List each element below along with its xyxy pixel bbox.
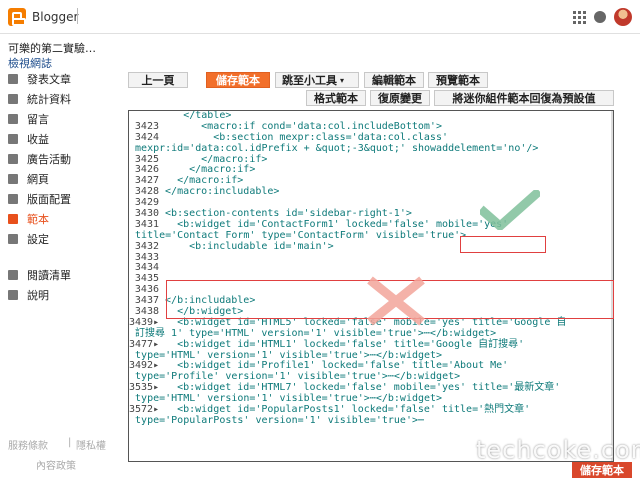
- sidebar-item-pages[interactable]: 網頁: [8, 169, 120, 189]
- sidebar-item-label: 留言: [27, 113, 49, 126]
- code-text: type='HTML' version='1' visible='true'>⋯…: [135, 349, 443, 361]
- top-bar: Blogger: [0, 0, 640, 34]
- code-text: </macro:if>: [165, 175, 244, 187]
- campaigns-icon: [8, 154, 18, 164]
- cross-icon: [367, 276, 425, 326]
- sidebar-item-settings[interactable]: 設定: [8, 229, 120, 249]
- code-line: 3434: [129, 263, 613, 274]
- sidebar-item-layout[interactable]: 版面配置: [8, 189, 120, 209]
- footer-privacy-link[interactable]: 隱私權: [76, 437, 106, 452]
- settings-icon: [8, 234, 18, 244]
- comments-icon: [8, 114, 18, 124]
- sidebar-item-campaigns[interactable]: 廣告活動: [8, 149, 120, 169]
- top-icons: [572, 8, 632, 26]
- notifications-icon[interactable]: [594, 11, 606, 23]
- code-text: 訂搜尋 1' type='HTML' version='1' visible='…: [135, 327, 497, 339]
- jump-to-widget-label: 跳至小工具: [282, 74, 337, 87]
- layout-icon: [8, 194, 18, 204]
- footer-content-policy-link[interactable]: 內容政策: [36, 457, 76, 472]
- mobile-attribute-highlight: [460, 236, 546, 253]
- edit-template-button[interactable]: 編輯範本: [364, 72, 424, 88]
- code-lines: </table> 3423 <macro:if cond='data:col.in…: [129, 110, 613, 427]
- apps-grid-icon[interactable]: [572, 10, 586, 24]
- jump-to-widget-dropdown[interactable]: 跳至小工具 ▾: [275, 72, 359, 88]
- sidebar-item-earnings[interactable]: 收益: [8, 129, 120, 149]
- code-text: <b:includable id='main'>: [165, 240, 334, 252]
- code-line: 3428 </macro:includable>: [129, 186, 613, 198]
- code-text: type='PopularPosts' version='1' visible=…: [135, 414, 425, 426]
- sidebar-item-posts[interactable]: 發表文章: [8, 69, 120, 89]
- sidebar-item-reading-list[interactable]: 閱讀清單: [8, 265, 120, 285]
- code-text: <b:widget id='PopularPosts1' locked='fal…: [165, 404, 531, 416]
- help-icon: [8, 290, 18, 300]
- watermark: techcoke.com: [476, 436, 640, 464]
- save-template-button[interactable]: 儲存範本: [206, 72, 270, 88]
- code-text: <b:widget id='HTML1' locked='false' titl…: [165, 338, 525, 350]
- reading-list-icon: [8, 270, 18, 280]
- code-line: 3433: [129, 252, 613, 264]
- code-text: </macro:if>: [165, 153, 268, 165]
- back-button[interactable]: 上一頁: [128, 72, 188, 88]
- title-divider: [77, 8, 78, 24]
- sidebar-item-label: 設定: [27, 233, 49, 246]
- code-text: <b:widget id='HTML7' locked='false' mobi…: [165, 382, 561, 394]
- sidebar-item-label: 廣告活動: [27, 153, 71, 166]
- sidebar-item-stats[interactable]: 統計資料: [8, 89, 120, 109]
- sidebar-item-theme[interactable]: 範本: [8, 209, 120, 229]
- posts-icon: [8, 74, 18, 84]
- sidebar-item-label: 閱讀清單: [27, 269, 71, 282]
- code-line: type='PopularPosts' version='1' visible=…: [129, 414, 613, 427]
- avatar[interactable]: [614, 8, 632, 26]
- code-text: mexpr:id='data:col.idPrefix + &quot;-3&q…: [135, 142, 539, 154]
- revert-changes-button[interactable]: 復原變更: [370, 90, 430, 106]
- footer-terms-link[interactable]: 服務條款: [8, 437, 48, 452]
- code-text: <b:section mexpr:class='data:col.class': [165, 131, 448, 143]
- code-text: <b:section-contents id='sidebar-right-1'…: [165, 208, 412, 220]
- sidebar-nav: 發表文章統計資料留言收益廣告活動網頁版面配置範本設定閱讀清單說明: [8, 69, 120, 305]
- code-text: </table>: [135, 110, 232, 121]
- app-name: Blogger: [32, 10, 79, 24]
- sidebar-item-label: 範本: [27, 213, 49, 226]
- sidebar-item-label: 收益: [27, 133, 49, 146]
- code-text: <b:widget id='Profile1' locked='false' t…: [165, 360, 509, 372]
- code-text: title='Contact Form' type='ContactForm' …: [135, 229, 467, 241]
- dropdown-arrow-icon: ▾: [340, 75, 345, 85]
- pages-icon: [8, 174, 18, 184]
- sidebar-item-label: 統計資料: [27, 93, 71, 106]
- sidebar-item-label: 發表文章: [27, 73, 71, 86]
- sidebar-item-label: 說明: [27, 289, 49, 302]
- blog-name-selector[interactable]: 可樂的第二實驗…: [8, 40, 96, 56]
- code-text: <macro:if cond='data:col.includeBottom'>: [165, 120, 442, 132]
- theme-icon: [8, 214, 18, 224]
- save-template-badge[interactable]: 儲存範本: [572, 462, 632, 478]
- line-number: 3432: [134, 240, 159, 252]
- code-text: type='Profile' version='1' visible='true…: [135, 371, 461, 383]
- reset-widget-templates-button[interactable]: 將迷你組件範本回復為預設值: [434, 90, 614, 106]
- sidebar-item-comments[interactable]: 留言: [8, 109, 120, 129]
- code-text: </macro:if>: [165, 164, 256, 176]
- footer-divider: |: [68, 437, 72, 448]
- preview-template-button[interactable]: 預覽範本: [428, 72, 488, 88]
- blogger-logo-icon[interactable]: [8, 8, 26, 26]
- code-text: </macro:includable>: [165, 186, 280, 198]
- code-text: type='HTML' version='1' visible='true'>⋯…: [135, 393, 443, 405]
- code-text: <b:widget id='ContactForm1' locked='fals…: [165, 218, 509, 230]
- format-template-button[interactable]: 格式範本: [306, 90, 366, 106]
- sidebar-item-help[interactable]: 說明: [8, 285, 120, 305]
- stats-icon: [8, 94, 18, 104]
- earnings-icon: [8, 134, 18, 144]
- sidebar-item-label: 網頁: [27, 173, 49, 186]
- checkmark-icon: [480, 190, 540, 230]
- sidebar-item-label: 版面配置: [27, 193, 71, 206]
